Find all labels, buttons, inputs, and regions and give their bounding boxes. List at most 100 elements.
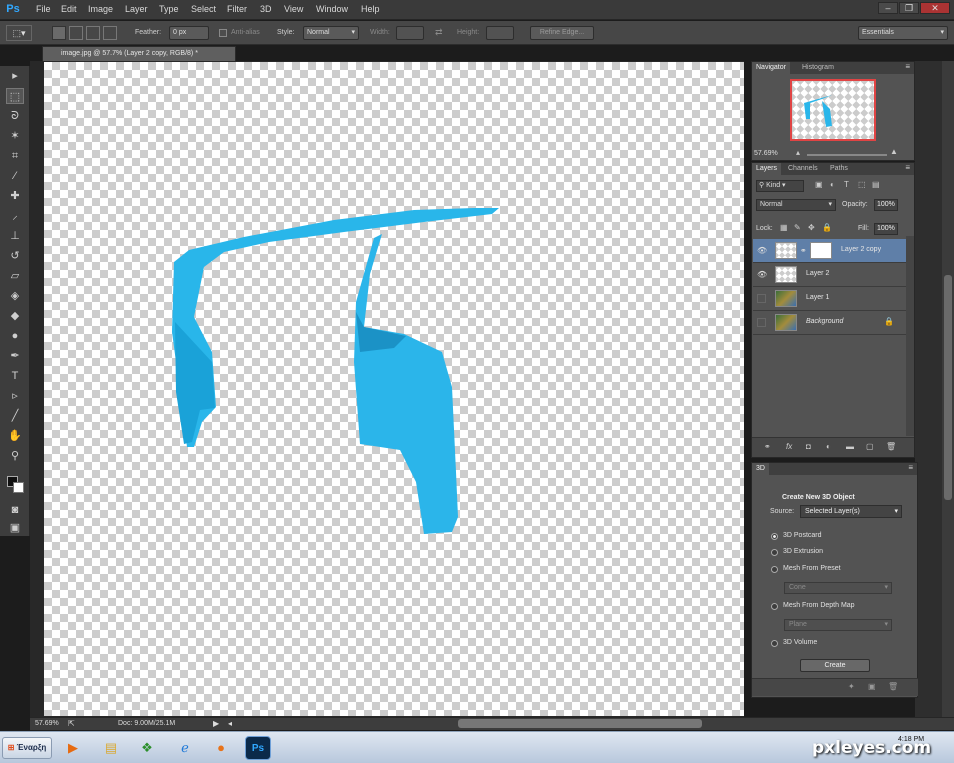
internet-explorer-icon[interactable]: ℯ: [172, 736, 198, 760]
create-button[interactable]: Create: [800, 659, 870, 672]
photoshop-taskbar-icon[interactable]: Ps: [245, 736, 271, 760]
menu-edit[interactable]: Edit: [61, 4, 77, 14]
delete-icon[interactable]: 🗑: [888, 682, 898, 691]
quick-mask-icon[interactable]: ◙: [6, 502, 24, 518]
eye-hidden-icon[interactable]: [757, 318, 766, 327]
hand-tool-icon[interactable]: ✋: [6, 428, 24, 444]
tab-paths[interactable]: Paths: [826, 163, 852, 175]
menu-layer[interactable]: Layer: [125, 4, 148, 14]
layer-row-layer-2-copy[interactable]: 👁 ⚭ Layer 2 copy: [753, 239, 906, 263]
media-player-icon[interactable]: ▶: [60, 736, 86, 760]
radio-3d-postcard[interactable]: [771, 533, 778, 540]
file-explorer-icon[interactable]: ▤: [98, 736, 124, 760]
panel-menu-icon[interactable]: ≡: [905, 163, 910, 172]
tab-navigator[interactable]: Navigator: [752, 62, 790, 74]
eye-icon[interactable]: 👁: [757, 270, 767, 280]
navigator-zoom[interactable]: 57.69%: [754, 150, 778, 157]
vertical-scroll-thumb[interactable]: [944, 275, 952, 500]
menu-view[interactable]: View: [284, 4, 303, 14]
layer-row-background[interactable]: Background 🔒: [753, 311, 906, 335]
filter-adjustment-icon[interactable]: ◐: [830, 180, 835, 189]
light-icon[interactable]: ✦: [848, 682, 855, 691]
lasso-tool-icon[interactable]: ᘐ: [6, 108, 24, 124]
paint-bucket-tool-icon[interactable]: ◈: [6, 288, 24, 304]
menu-help[interactable]: Help: [361, 4, 380, 14]
line-tool-icon[interactable]: ╱: [6, 408, 24, 424]
firefox-icon[interactable]: ●: [208, 736, 234, 760]
menu-filter[interactable]: Filter: [227, 4, 247, 14]
marquee-tool-preset-icon[interactable]: ⬚▾: [6, 25, 32, 41]
layer-row-layer-1[interactable]: Layer 1: [753, 287, 906, 311]
feather-input[interactable]: 0 px: [169, 26, 209, 40]
status-zoom[interactable]: 57.69%: [35, 720, 59, 727]
workspace-dropdown[interactable]: Essentials ▾: [858, 26, 948, 40]
navigator-preview[interactable]: [790, 79, 876, 141]
eye-icon[interactable]: 👁: [757, 246, 767, 256]
delete-layer-icon[interactable]: 🗑: [886, 442, 896, 451]
filter-type-icon[interactable]: T: [844, 180, 849, 189]
move-tool-icon[interactable]: ▸: [6, 68, 24, 84]
path-selection-tool-icon[interactable]: ▹: [6, 388, 24, 404]
preset-dropdown[interactable]: Cone ▾: [784, 582, 892, 594]
zoom-out-icon[interactable]: ▴: [796, 148, 800, 157]
menu-select[interactable]: Select: [191, 4, 216, 14]
blend-mode-dropdown[interactable]: Normal ▾: [756, 199, 836, 211]
crop-tool-icon[interactable]: ⌗: [6, 148, 24, 164]
share-icon[interactable]: ⇱: [68, 719, 75, 728]
blur-tool-icon[interactable]: ◆: [6, 308, 24, 324]
filter-kind-dropdown[interactable]: ⚲ Kind ▾: [756, 180, 804, 192]
restore-button[interactable]: ❐: [899, 2, 919, 14]
new-layer-icon[interactable]: ▢: [866, 442, 874, 451]
screen-mode-icon[interactable]: ▣: [6, 520, 24, 536]
opacity-input[interactable]: 100%: [874, 199, 898, 211]
scroll-left-icon[interactable]: ◂: [228, 719, 232, 728]
navigator-zoom-slider[interactable]: [807, 154, 887, 156]
lock-all-icon[interactable]: 🔒: [822, 223, 832, 232]
tab-3d[interactable]: 3D: [752, 463, 769, 475]
radio-mesh-from-preset[interactable]: [771, 566, 778, 573]
refine-edge-button[interactable]: Refine Edge...: [530, 26, 594, 40]
menu-3d[interactable]: 3D: [260, 4, 272, 14]
eyedropper-tool-icon[interactable]: ⁄: [6, 168, 24, 184]
tab-layers[interactable]: Layers: [752, 163, 782, 175]
type-tool-icon[interactable]: T: [6, 368, 24, 384]
status-menu-arrow-icon[interactable]: ▶: [213, 719, 219, 728]
marquee-tool-icon[interactable]: ⬚: [6, 88, 24, 104]
lock-transparency-icon[interactable]: ▦: [780, 223, 788, 232]
history-brush-tool-icon[interactable]: ↺: [6, 248, 24, 264]
layer-style-icon[interactable]: fx: [786, 442, 792, 451]
link-layers-icon[interactable]: ⚭: [764, 442, 771, 451]
chain-link-icon[interactable]: ⚭: [800, 246, 807, 255]
depth-map-dropdown[interactable]: Plane ▾: [784, 619, 892, 631]
document-canvas[interactable]: [44, 62, 744, 716]
height-input[interactable]: [486, 26, 514, 40]
filter-smart-object-icon[interactable]: ▤: [872, 180, 880, 189]
intersect-selection-icon[interactable]: [103, 26, 117, 40]
panel-menu-icon[interactable]: ≡: [908, 463, 913, 472]
width-input[interactable]: [396, 26, 424, 40]
document-tab[interactable]: image.jpg @ 57.7% (Layer 2 copy, RGB/8) …: [42, 46, 236, 61]
background-color-swatch[interactable]: [13, 482, 24, 493]
lock-pixels-icon[interactable]: ✎: [794, 223, 801, 232]
eye-hidden-icon[interactable]: [757, 294, 766, 303]
radio-mesh-from-depth-map[interactable]: [771, 603, 778, 610]
menu-type[interactable]: Type: [159, 4, 179, 14]
magic-wand-tool-icon[interactable]: ✶: [6, 128, 24, 144]
filter-pixel-icon[interactable]: ▣: [815, 180, 823, 189]
minimize-button[interactable]: –: [878, 2, 898, 14]
tab-channels[interactable]: Channels: [784, 163, 822, 175]
close-button[interactable]: ✕: [920, 2, 950, 14]
pen-tool-icon[interactable]: ✒: [6, 348, 24, 364]
clone-stamp-tool-icon[interactable]: ⊥: [6, 228, 24, 244]
lock-position-icon[interactable]: ✥: [808, 223, 815, 232]
new-group-icon[interactable]: ▬: [846, 442, 854, 451]
filter-shape-icon[interactable]: ⬚: [858, 180, 866, 189]
style-dropdown[interactable]: Normal ▾: [303, 26, 359, 40]
radio-3d-extrusion[interactable]: [771, 549, 778, 556]
antialias-checkbox[interactable]: [219, 29, 227, 37]
panel-menu-icon[interactable]: ≡: [905, 62, 910, 71]
zoom-in-icon[interactable]: ▲: [890, 147, 898, 156]
menu-image[interactable]: Image: [88, 4, 113, 14]
healing-brush-tool-icon[interactable]: ✚: [6, 188, 24, 204]
add-mask-icon[interactable]: ◘: [806, 442, 811, 451]
